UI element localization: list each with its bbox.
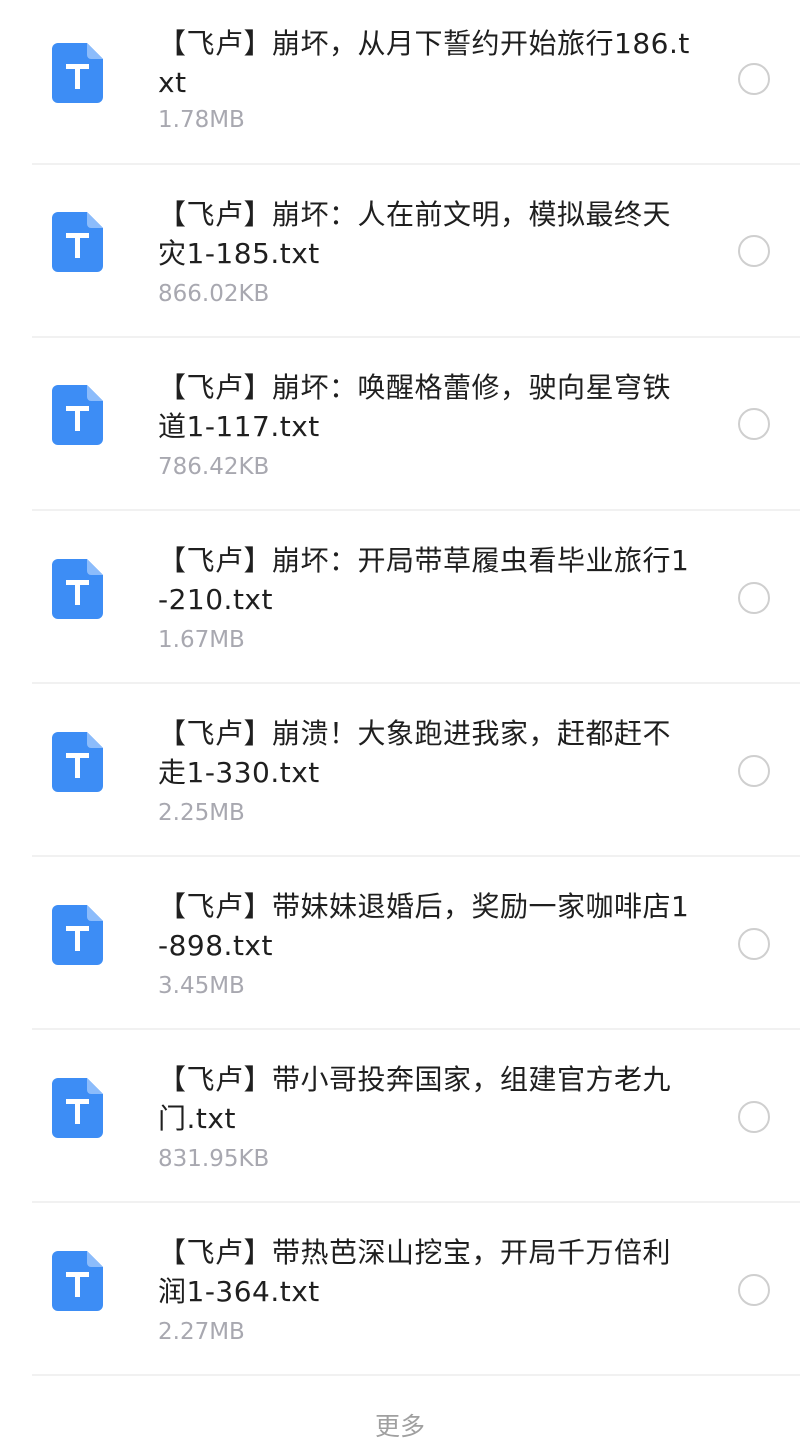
file-name: 【飞卢】带小哥投奔国家，组建官方老九门.txt [158,1063,672,1135]
file-row[interactable]: 【飞卢】带妹妹退婚后，奖励一家咖啡店1-898.txt 3.45MB [0,857,800,1030]
file-size: 1.67MB [158,627,245,653]
select-radio[interactable] [738,755,770,787]
file-row[interactable]: 【飞卢】崩坏：人在前文明，模拟最终天灾1-185.txt 866.02KB [0,165,800,338]
more-button[interactable]: 更多 [0,1410,800,1444]
txt-file-icon [52,905,103,965]
file-name: 【飞卢】崩坏：唤醒格蕾修，驶向星穹铁道1-117.txt [158,371,672,443]
select-radio[interactable] [738,582,770,614]
file-size: 866.02KB [158,281,270,307]
txt-file-icon [52,385,103,445]
file-name: 【飞卢】崩坏，从月下誓约开始旅行186.txt [158,27,690,99]
file-size: 2.25MB [158,800,245,826]
file-size: 786.42KB [158,454,270,480]
select-radio[interactable] [738,1101,770,1133]
file-row[interactable]: 【飞卢】带小哥投奔国家，组建官方老九门.txt 831.95KB [0,1030,800,1203]
txt-file-icon [52,1251,103,1311]
row-divider [32,1374,800,1376]
file-size: 1.78MB [158,107,245,133]
file-row[interactable]: 【飞卢】崩坏，从月下誓约开始旅行186.txt 1.78MB [0,0,800,165]
file-name: 【飞卢】带热芭深山挖宝，开局千万倍利润1-364.txt [158,1236,672,1308]
file-size: 3.45MB [158,973,245,999]
file-name: 【飞卢】崩溃！大象跑进我家，赶都赶不走1-330.txt [158,717,672,789]
select-radio[interactable] [738,235,770,267]
file-name: 【飞卢】崩坏：开局带草履虫看毕业旅行1-210.txt [158,544,690,616]
txt-file-icon [52,43,103,103]
txt-file-icon [52,1078,103,1138]
file-row[interactable]: 【飞卢】崩坏：开局带草履虫看毕业旅行1-210.txt 1.67MB [0,511,800,684]
select-radio[interactable] [738,928,770,960]
txt-file-icon [52,732,103,792]
file-row[interactable]: 【飞卢】带热芭深山挖宝，开局千万倍利润1-364.txt 2.27MB [0,1203,800,1376]
file-name: 【飞卢】带妹妹退婚后，奖励一家咖啡店1-898.txt [158,890,690,962]
file-row[interactable]: 【飞卢】崩坏：唤醒格蕾修，驶向星穹铁道1-117.txt 786.42KB [0,338,800,511]
txt-file-icon [52,212,103,272]
file-name: 【飞卢】崩坏：人在前文明，模拟最终天灾1-185.txt [158,198,672,270]
file-row[interactable]: 【飞卢】崩溃！大象跑进我家，赶都赶不走1-330.txt 2.25MB [0,684,800,857]
txt-file-icon [52,559,103,619]
file-size: 2.27MB [158,1319,245,1345]
select-radio[interactable] [738,1274,770,1306]
file-size: 831.95KB [158,1146,270,1172]
select-radio[interactable] [738,63,770,95]
select-radio[interactable] [738,408,770,440]
